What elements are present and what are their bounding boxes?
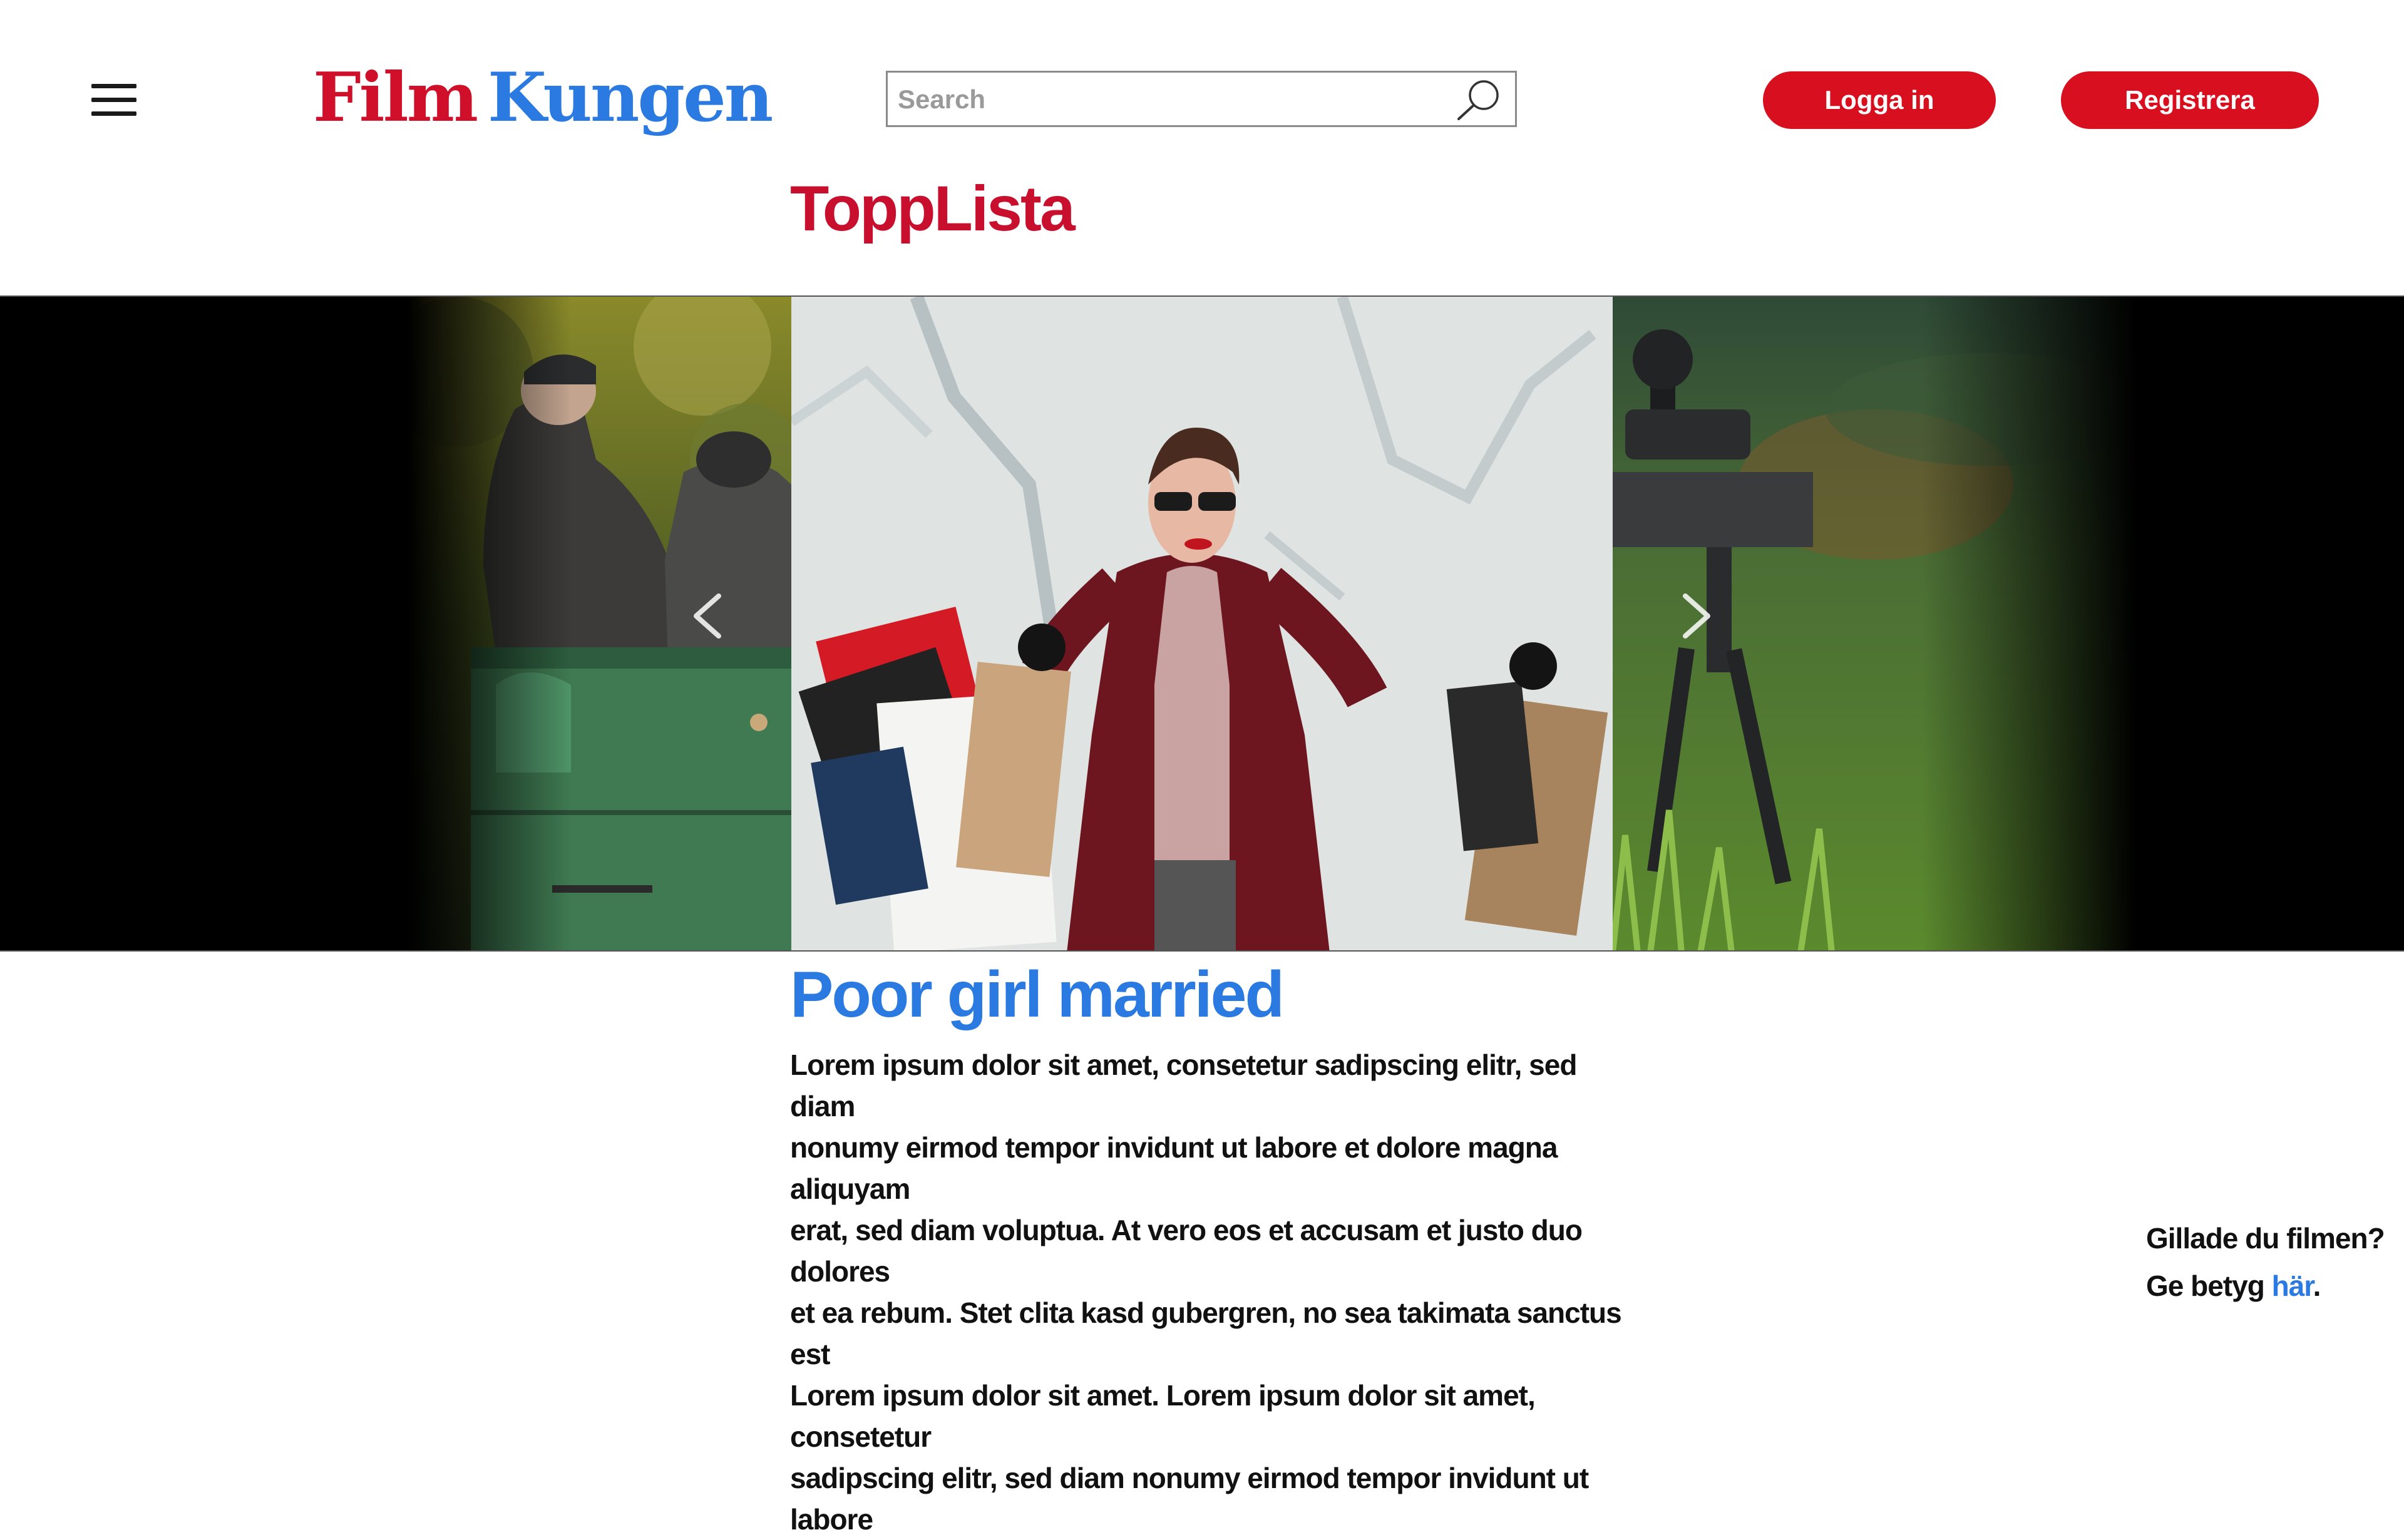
menu-icon[interactable] — [91, 84, 136, 116]
carousel-fade-right — [1922, 297, 2136, 950]
description-line: Lorem ipsum dolor sit amet. Lorem ipsum … — [790, 1379, 1536, 1453]
description-line: et ea rebum. Stet clita kasd gubergren, … — [790, 1296, 1622, 1370]
woman-shopping-image — [791, 297, 1613, 950]
rating-prompt: Gillade du filmen? Ge betyg här. — [2146, 1214, 2385, 1310]
rating-prefix: Ge betyg — [2146, 1270, 2272, 1302]
logo[interactable]: Film Kungen — [313, 64, 773, 131]
description-line: Lorem ipsum dolor sit amet, consetetur s… — [790, 1049, 1577, 1122]
rate-link[interactable]: här — [2272, 1270, 2314, 1302]
chevron-right-icon[interactable] — [1668, 585, 1724, 647]
carousel-fade-left — [408, 297, 571, 950]
movie-carousel — [0, 295, 2404, 952]
movie-title[interactable]: Poor girl married — [790, 959, 1285, 1031]
description-line: nonumy eirmod tempor invidunt ut labore … — [790, 1131, 1558, 1205]
description-line: sadipscing elitr, sed diam nonumy eirmod… — [790, 1462, 1589, 1536]
movie-description: Lorem ipsum dolor sit amet, consetetur s… — [790, 1044, 1633, 1540]
logo-film: Film — [313, 58, 478, 137]
rating-cta: Ge betyg här. — [2146, 1262, 2385, 1310]
rating-suffix: . — [2313, 1270, 2321, 1302]
register-button[interactable]: Registrera — [2061, 71, 2319, 129]
rating-question: Gillade du filmen? — [2146, 1222, 2385, 1255]
login-button[interactable]: Logga in — [1763, 71, 1996, 129]
chevron-left-icon[interactable] — [680, 585, 736, 647]
description-line: erat, sed diam voluptua. At vero eos et … — [790, 1214, 1583, 1288]
search-input[interactable] — [896, 73, 1450, 126]
carousel-slide-current[interactable] — [791, 297, 1613, 950]
search-icon[interactable] — [1452, 76, 1504, 123]
logo-kungen: Kungen — [488, 58, 773, 137]
section-title: ToppLista — [790, 173, 1076, 244]
search-box — [886, 71, 1517, 127]
